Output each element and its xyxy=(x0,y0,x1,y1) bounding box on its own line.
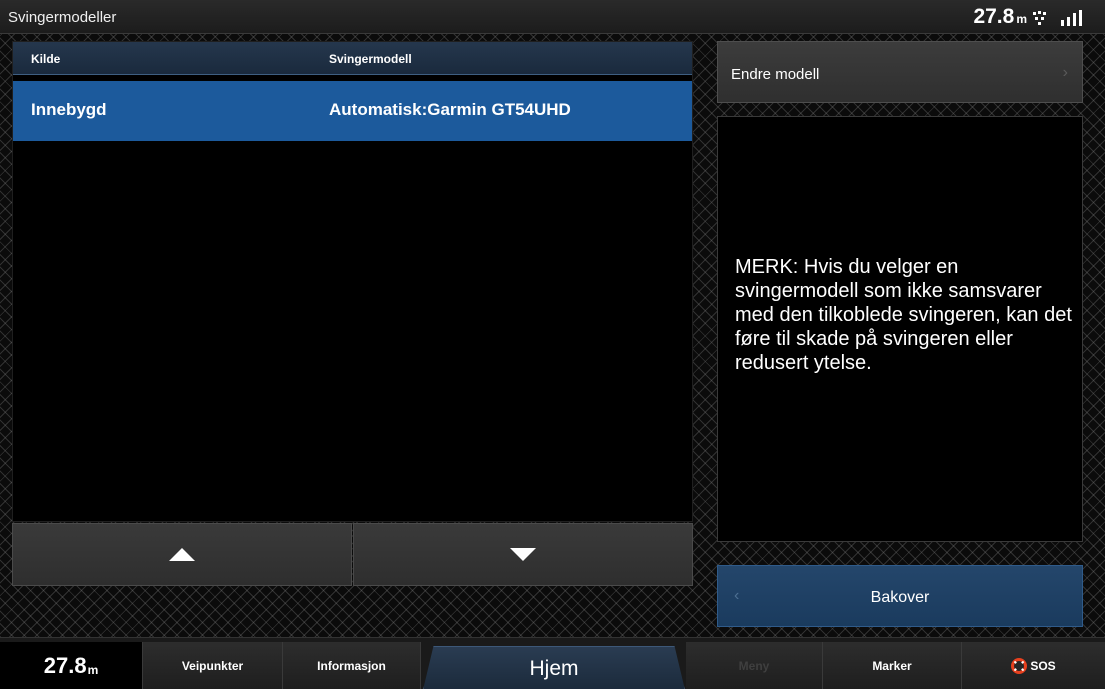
scroll-up-button[interactable] xyxy=(12,523,352,586)
bottom-depth-readout[interactable]: 27.8 m xyxy=(0,642,143,689)
chevron-right-icon: › xyxy=(1062,64,1068,81)
signal-icon xyxy=(1033,10,1082,26)
triangle-down-icon xyxy=(510,548,536,561)
title-bar: Svingermodeller 27.8 m xyxy=(0,0,1105,34)
tab-waypoints[interactable]: Veipunkter xyxy=(143,642,283,689)
scroll-down-button[interactable] xyxy=(353,523,693,586)
note-panel: MERK: Hvis du velger en svingermodell so… xyxy=(717,116,1083,542)
tab-home-label: Hjem xyxy=(529,656,579,680)
depth-unit: m xyxy=(1016,12,1027,26)
sos-button[interactable]: SOS xyxy=(962,642,1105,689)
table-row[interactable]: Innebygd Automatisk:Garmin GT54UHD xyxy=(13,81,692,141)
tab-menu-label: Meny xyxy=(738,659,770,673)
column-header-model: Svingermodell xyxy=(329,52,412,66)
change-model-label: Endre modell xyxy=(731,66,820,83)
warning-note: MERK: Hvis du velger en svingermodell so… xyxy=(735,256,1072,374)
tab-marker-label: Marker xyxy=(872,659,912,673)
depth-value: 27.8 xyxy=(973,5,1015,28)
bottom-depth-unit: m xyxy=(87,662,99,677)
list-header: Kilde Svingermodell xyxy=(13,42,692,75)
tab-menu[interactable]: Meny xyxy=(686,642,823,689)
tab-waypoints-label: Veipunkter xyxy=(181,659,244,673)
tab-information-label: Informasjon xyxy=(317,659,386,673)
back-button[interactable]: ‹ Bakover xyxy=(717,565,1083,627)
back-label: Bakover xyxy=(870,589,930,606)
bottom-depth-value: 27.8 xyxy=(43,653,87,678)
change-model-button[interactable]: Endre modell › xyxy=(717,41,1083,103)
sos-label: SOS xyxy=(1030,659,1056,673)
triangle-up-icon xyxy=(169,548,195,561)
column-header-source: Kilde xyxy=(31,52,61,66)
depth-readout: 27.8 m xyxy=(973,5,1027,29)
lifebuoy-icon xyxy=(1011,658,1028,674)
bottom-bar: 27.8 m Veipunkter Informasjon Hjem Meny M… xyxy=(0,637,1105,689)
page-title: Svingermodeller xyxy=(8,9,117,26)
tab-home[interactable]: Hjem xyxy=(423,646,685,689)
tab-information[interactable]: Informasjon xyxy=(283,642,421,689)
transducer-list: Kilde Svingermodell Innebygd Automatisk:… xyxy=(12,41,693,522)
row-model: Automatisk:Garmin GT54UHD xyxy=(329,100,571,119)
row-source: Innebygd xyxy=(31,100,107,119)
tab-marker[interactable]: Marker xyxy=(823,642,962,689)
